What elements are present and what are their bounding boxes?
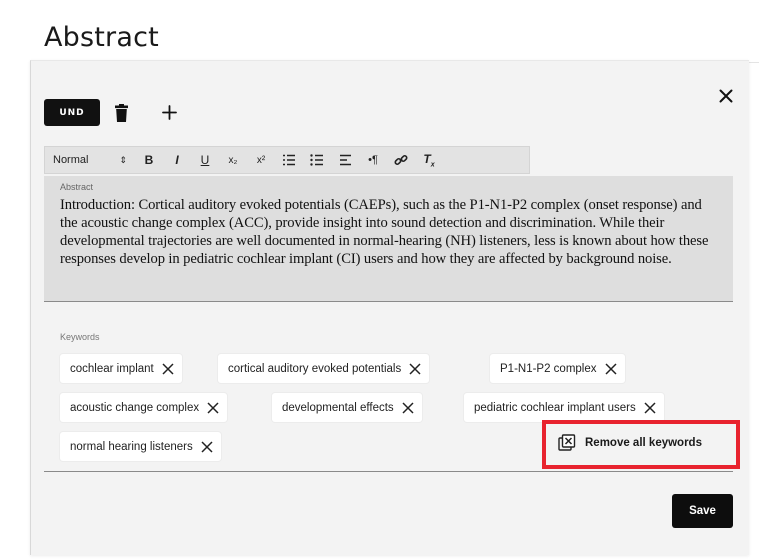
delete-button[interactable] [113,102,129,124]
ordered-list-icon [283,154,295,166]
subscript-button[interactable]: x₂ [219,147,247,173]
keyword-chip[interactable]: normal hearing listeners [60,432,221,461]
select-arrows-icon: ⇕ [119,154,127,165]
plus-icon [161,104,177,120]
keyword-chip[interactable]: cochlear implant [60,354,182,383]
keyword-chip[interactable]: pediatric cochlear implant users [464,393,664,422]
abstract-textarea[interactable]: Abstract Introduction: Cortical auditory… [44,176,733,302]
close-icon [201,440,213,453]
bold-icon: B [144,153,154,167]
paragraph-direction-icon: •¶ [368,154,378,166]
keyword-chip[interactable]: P1-N1-P2 complex [490,354,625,383]
page-title: Abstract [44,22,159,53]
style-select-value: Normal [53,154,89,166]
close-icon [644,401,656,414]
remove-keyword-button[interactable] [162,362,174,375]
trash-icon [114,104,128,122]
close-icon [402,401,414,414]
close-icon [604,362,617,375]
remove-keyword-button[interactable] [207,401,219,414]
remove-keyword-button[interactable] [604,362,617,375]
save-button[interactable]: Save [672,494,733,528]
link-button[interactable] [387,147,415,173]
highlight-box [542,420,740,469]
close-icon [409,362,421,375]
remove-keyword-button[interactable] [644,401,656,414]
add-button[interactable] [158,101,180,123]
keyword-chip-label: cochlear implant [70,362,154,375]
keywords-label: Keywords [60,332,100,342]
close-icon [719,89,733,103]
bullet-list-button[interactable] [303,147,331,173]
superscript-button[interactable]: x² [247,147,275,173]
keyword-chip-label: acoustic change complex [70,401,200,414]
keyword-chip-label: developmental effects [282,401,394,414]
keyword-chip[interactable]: acoustic change complex [60,393,228,422]
keyword-chip-label: normal hearing listeners [70,440,193,453]
italic-icon: I [175,153,179,167]
link-icon [394,154,408,166]
subscript-icon: x₂ [228,154,238,166]
underline-button[interactable]: U [191,147,219,173]
keyword-chip[interactable]: cortical auditory evoked potentials [218,354,430,383]
bullet-list-icon [310,154,323,166]
superscript-icon: x² [256,154,266,166]
remove-keyword-button[interactable] [201,440,213,453]
keyword-chip-label: pediatric cochlear implant users [474,401,636,414]
clear-format-icon: Tx [423,151,435,169]
style-select[interactable]: Normal ⇕ [45,147,135,173]
abstract-editor-panel [30,60,749,555]
keyword-chip-label: P1-N1-P2 complex [500,362,597,375]
italic-button[interactable]: I [163,147,191,173]
remove-keyword-button[interactable] [402,401,414,414]
close-icon [162,362,174,375]
abstract-field-label: Abstract [60,182,94,192]
keyword-chip[interactable]: developmental effects [272,393,422,422]
bold-button[interactable]: B [135,147,163,173]
underline-icon: U [200,153,210,167]
keyword-chip-label: cortical auditory evoked potentials [228,362,402,375]
und-button[interactable]: UND [44,99,100,126]
close-button[interactable] [714,84,738,108]
ordered-list-button[interactable] [275,147,303,173]
clear-format-button[interactable]: Tx [415,147,443,173]
remove-keyword-button[interactable] [409,362,421,375]
text-direction-button[interactable]: •¶ [359,147,387,173]
align-button[interactable] [331,147,359,173]
align-left-icon [339,154,351,166]
formatting-toolbar: Normal ⇕ B I U x₂ x² •¶ Tx [44,146,530,174]
close-icon [207,401,219,414]
abstract-text[interactable]: Introduction: Cortical auditory evoked p… [60,196,717,268]
